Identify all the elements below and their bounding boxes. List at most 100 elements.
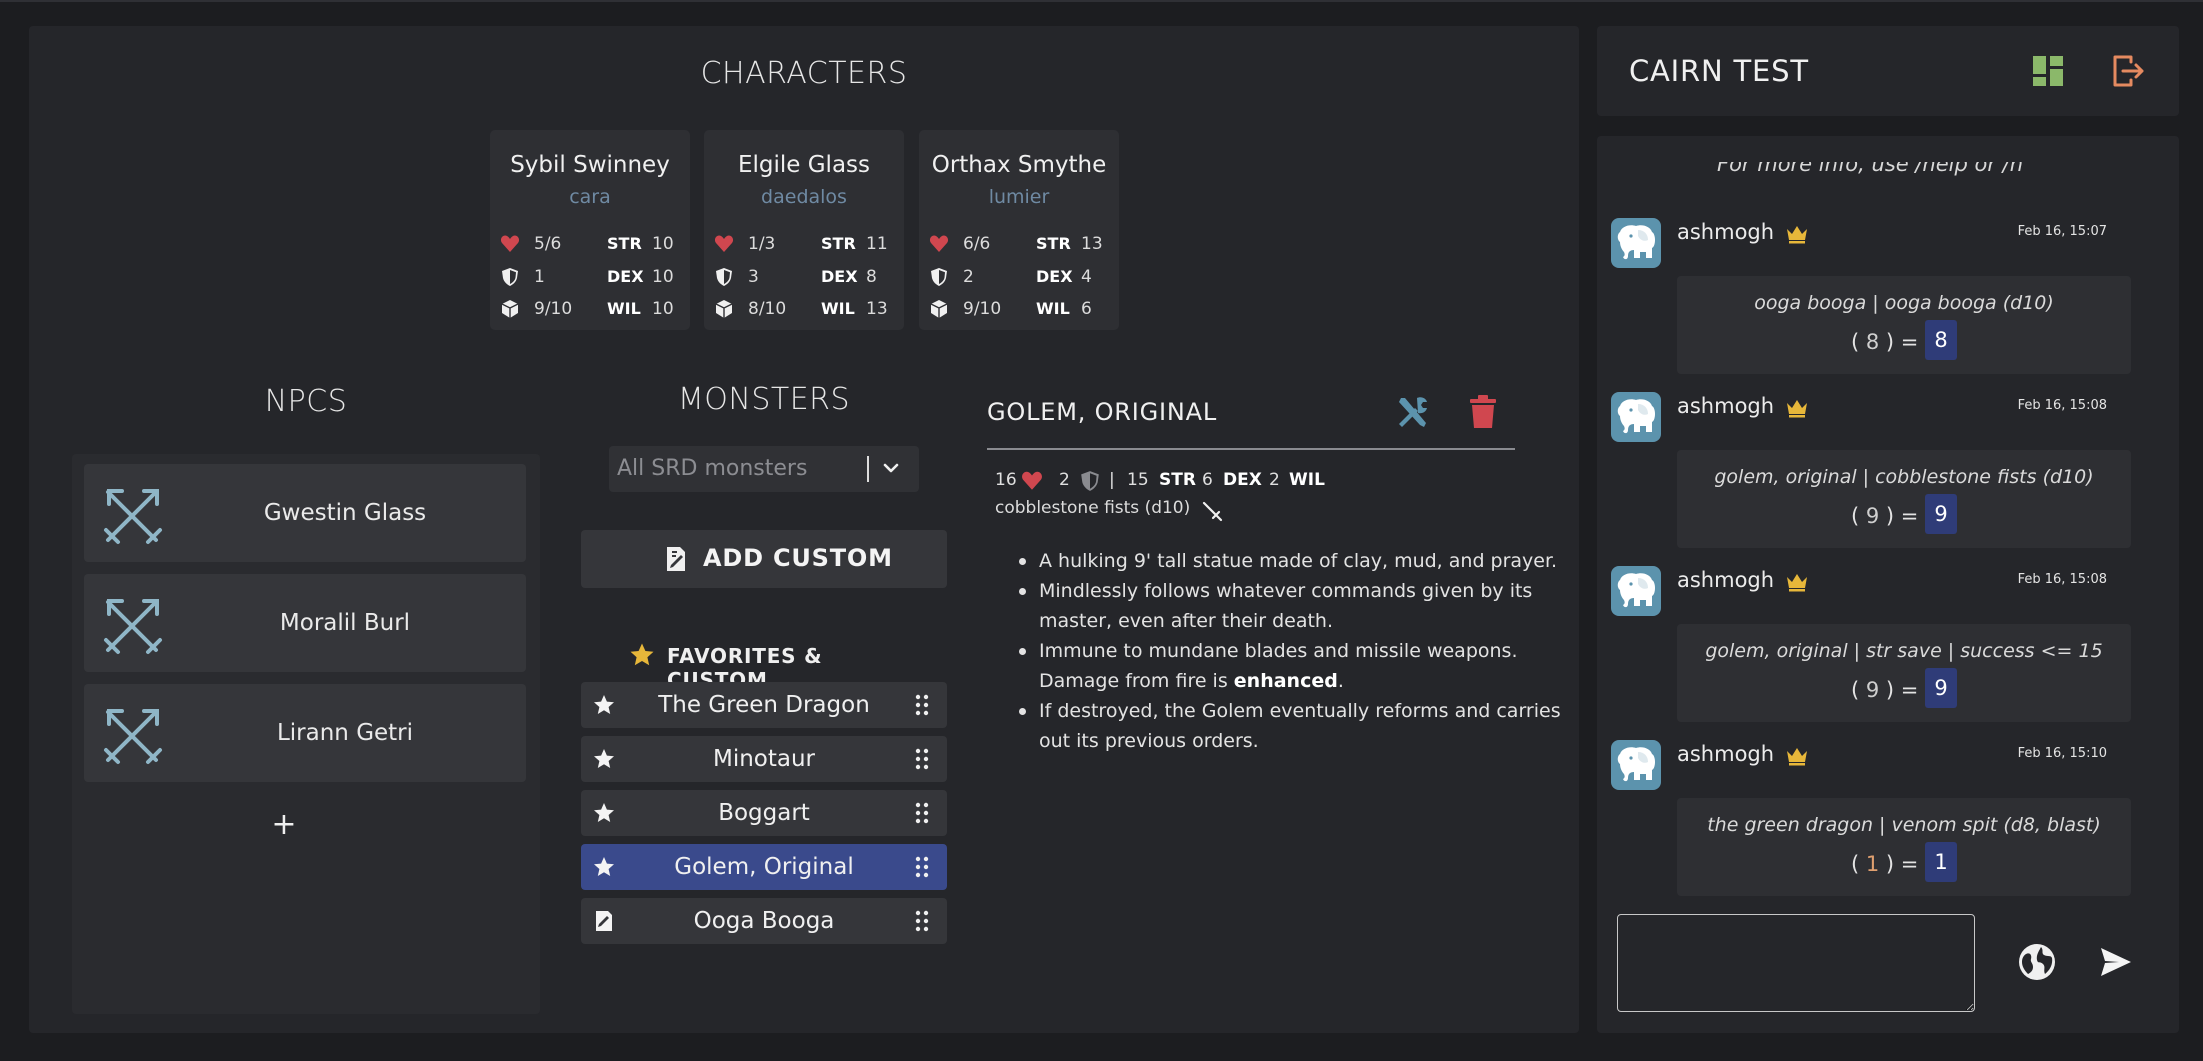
inventory-box-icon (501, 300, 519, 318)
star-icon[interactable] (593, 856, 615, 878)
roll-result: golem, original | str save | success <= … (1677, 624, 2131, 722)
character-name: Sybil Swinney (510, 152, 670, 178)
logout-icon[interactable] (2111, 54, 2145, 88)
npcs-title: NPCS (264, 384, 348, 419)
chat-input[interactable] (1617, 914, 1975, 1012)
drag-handle-icon[interactable] (915, 856, 929, 878)
delete-trash-icon[interactable] (1467, 394, 1499, 430)
crossed-arrows-icon (104, 709, 162, 764)
character-card[interactable]: Elgile Glass daedalos 1/3 STR 11 3 DEX 8… (704, 130, 904, 330)
avatar (1611, 218, 1661, 268)
str-label: STR (1159, 470, 1196, 490)
description-item: Immune to mundane blades and missile wea… (1019, 636, 1565, 696)
character-name: Orthax Smythe (931, 152, 1107, 178)
monster-armor: 2 (1059, 470, 1070, 490)
character-card[interactable]: Sybil Swinney cara 5/6 STR 10 1 DEX 10 9… (490, 130, 690, 330)
description-item: If destroyed, the Golem eventually refor… (1019, 696, 1565, 756)
monster-select[interactable]: All SRD monsters (609, 446, 919, 492)
inventory-value: 9/10 (963, 299, 1002, 319)
add-custom-label: ADD CUSTOM (703, 544, 893, 572)
chat-panel: For more info, use /help or /h ashmogh F… (1597, 136, 2179, 1033)
str-label: STR (821, 234, 856, 253)
monster-str: 15 (1127, 470, 1149, 490)
favorite-item[interactable]: The Green Dragon (581, 682, 947, 728)
edit-tools-icon[interactable] (1395, 394, 1431, 430)
crossed-arrows-icon (104, 599, 162, 654)
npc-item[interactable]: Lirann Getri (84, 684, 526, 782)
chat-message: ashmogh Feb 16, 15:08 golem, original | … (1611, 392, 2131, 548)
character-card[interactable]: Orthax Smythe lumier 6/6 STR 13 2 DEX 4 … (919, 130, 1119, 330)
wil-label: WIL (1036, 299, 1070, 318)
chat-username: ashmogh (1677, 220, 1775, 244)
favorite-item[interactable]: Minotaur (581, 736, 947, 782)
drag-handle-icon[interactable] (915, 748, 929, 770)
drag-handle-icon[interactable] (915, 802, 929, 824)
session-title: CAIRN TEST (1629, 54, 1809, 88)
character-name: Elgile Glass (737, 152, 871, 178)
heart-icon (500, 235, 520, 252)
inventory-value: 9/10 (534, 299, 573, 319)
npc-item[interactable]: Gwestin Glass (84, 464, 526, 562)
drag-handle-icon[interactable] (915, 694, 929, 716)
crown-icon (1787, 400, 1807, 418)
drag-handle-icon[interactable] (915, 910, 929, 932)
chat-message: ashmogh Feb 16, 15:07 ooga booga | ooga … (1611, 218, 2131, 374)
description-bold: enhanced (1233, 670, 1338, 692)
favorite-item[interactable]: Ooga Booga (581, 898, 947, 944)
shield-icon (716, 268, 732, 286)
roll-value: 1 (1865, 852, 1880, 876)
avatar (1611, 740, 1661, 790)
str-value: 13 (1081, 234, 1103, 254)
wil-value: 10 (652, 299, 674, 319)
character-player: cara (569, 186, 611, 208)
monster-select-placeholder: All SRD monsters (617, 456, 808, 481)
npc-name: Moralil Burl (279, 610, 411, 636)
shield-icon (1081, 471, 1099, 491)
roll-expression: golem, original | cobblestone fists (d10… (1714, 466, 2094, 488)
star-icon[interactable] (593, 694, 615, 716)
chevron-down-icon[interactable] (881, 458, 901, 478)
elephant-icon (1617, 399, 1655, 434)
chat-username: ashmogh (1677, 394, 1775, 418)
inventory-box-icon (930, 300, 948, 318)
hp-row: 1/3 STR 11 (714, 232, 900, 258)
elephant-icon (1617, 747, 1655, 782)
description-end: . (1337, 670, 1344, 692)
character-player: lumier (988, 186, 1050, 208)
custom-monster-icon[interactable] (593, 910, 615, 932)
inventory-row: 9/10 WIL 6 (929, 297, 1115, 323)
favorite-item-selected[interactable]: Golem, Original (581, 844, 947, 890)
dashboard-layout-icon[interactable] (2031, 54, 2065, 88)
add-npc-button[interactable]: + (268, 810, 300, 842)
send-icon[interactable] (2099, 946, 2133, 978)
dex-value: 4 (1081, 267, 1092, 287)
monster-attack[interactable]: cobblestone fists (d10) (995, 498, 1190, 518)
favorite-item[interactable]: Boggart (581, 790, 947, 836)
roll-expression: ooga booga | ooga booga (d10) (1754, 292, 2054, 314)
chat-username: ashmogh (1677, 568, 1775, 592)
str-label: STR (1036, 234, 1071, 253)
add-custom-button[interactable]: ADD CUSTOM (581, 530, 947, 588)
armor-value: 1 (534, 267, 545, 287)
inventory-row: 9/10 WIL 10 (500, 297, 686, 323)
star-icon[interactable] (593, 748, 615, 770)
hp-row: 6/6 STR 13 (929, 232, 1115, 258)
monsters-title: MONSTERS (677, 382, 851, 417)
monster-wil: 2 (1269, 470, 1280, 490)
armor-row: 2 DEX 4 (929, 265, 1115, 291)
npc-item[interactable]: Moralil Burl (84, 574, 526, 672)
inventory-row: 8/10 WIL 13 (714, 297, 900, 323)
select-divider (867, 456, 869, 482)
globe-icon[interactable] (2017, 942, 2057, 982)
armor-value: 2 (963, 267, 974, 287)
star-icon[interactable] (593, 802, 615, 824)
heart-icon (929, 235, 949, 252)
wil-value: 13 (866, 299, 888, 319)
favorite-name: Boggart (718, 800, 810, 826)
roll-total: 9 (1925, 668, 1958, 708)
roll-equation: ( 8 ) = 8 (1677, 320, 2131, 360)
main-panel: CHARACTERS Sybil Swinney cara 5/6 STR 10… (29, 26, 1579, 1033)
inventory-box-icon (715, 300, 733, 318)
shield-icon (931, 268, 947, 286)
roll-result: golem, original | cobblestone fists (d10… (1677, 450, 2131, 548)
